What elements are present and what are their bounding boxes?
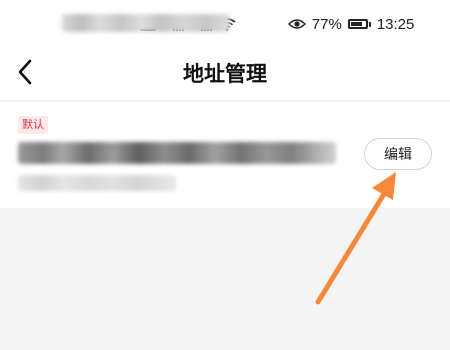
eye-icon bbox=[287, 19, 306, 29]
page-header: 地址管理 bbox=[0, 46, 450, 100]
edit-button[interactable]: 编辑 bbox=[364, 138, 432, 170]
battery-percent: 77% bbox=[311, 15, 342, 33]
battery-icon bbox=[347, 19, 371, 29]
redacted-name bbox=[62, 14, 230, 32]
default-badge: 默认 bbox=[18, 116, 48, 134]
redacted-phone bbox=[18, 175, 176, 191]
status-time: 13:25 bbox=[376, 15, 415, 33]
redacted-address bbox=[18, 142, 336, 164]
page-title: 地址管理 bbox=[183, 62, 267, 86]
